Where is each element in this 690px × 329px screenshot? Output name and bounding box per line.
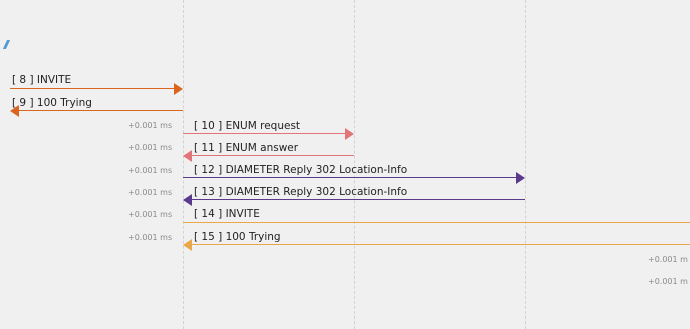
lifeline-1 (183, 0, 184, 329)
lifeline-3 (525, 0, 526, 329)
trailing-timestamp-2: +0.001 m (648, 277, 688, 286)
arrow-left-icon (183, 194, 192, 206)
sequence-diagram: [ 8 ] INVITE [ 9 ] 100 Trying +0.001 ms … (0, 0, 690, 329)
message-arrow-12-line[interactable] (183, 177, 516, 178)
message-timestamp-14: +0.001 ms (128, 210, 173, 219)
message-label-12[interactable]: [ 12 ] DIAMETER Reply 302 Location-Info (194, 164, 407, 176)
arrow-left-icon (183, 239, 192, 251)
message-arrow-8-line[interactable] (10, 88, 174, 89)
arrow-right-icon (516, 172, 525, 184)
message-timestamp-10: +0.001 ms (128, 121, 173, 130)
message-label-11[interactable]: [ 11 ] ENUM answer (194, 142, 298, 154)
message-timestamp-13: +0.001 ms (128, 188, 173, 197)
arrow-right-icon (345, 128, 354, 140)
message-timestamp-15: +0.001 ms (128, 233, 173, 242)
arrow-right-icon (174, 83, 183, 95)
message-arrow-11-line[interactable] (192, 155, 354, 156)
message-arrow-13-line[interactable] (192, 199, 525, 200)
message-timestamp-12: +0.001 ms (128, 166, 173, 175)
message-label-9[interactable]: [ 9 ] 100 Trying (12, 97, 92, 109)
trailing-timestamp-1: +0.001 m (648, 255, 688, 264)
message-arrow-10-line[interactable] (183, 133, 345, 134)
message-label-15[interactable]: [ 15 ] 100 Trying (194, 231, 281, 243)
message-arrow-9-line[interactable] (19, 110, 183, 111)
message-timestamp-11: +0.001 ms (128, 143, 173, 152)
message-label-13[interactable]: [ 13 ] DIAMETER Reply 302 Location-Info (194, 186, 407, 198)
message-label-14[interactable]: [ 14 ] INVITE (194, 208, 260, 220)
edge-marker-icon (2, 40, 11, 49)
arrow-left-icon (10, 105, 19, 117)
arrow-left-icon (183, 150, 192, 162)
message-arrow-15-line[interactable] (192, 244, 690, 245)
message-label-8[interactable]: [ 8 ] INVITE (12, 74, 71, 86)
message-arrow-14-line[interactable] (183, 222, 690, 223)
message-label-10[interactable]: [ 10 ] ENUM request (194, 120, 300, 132)
